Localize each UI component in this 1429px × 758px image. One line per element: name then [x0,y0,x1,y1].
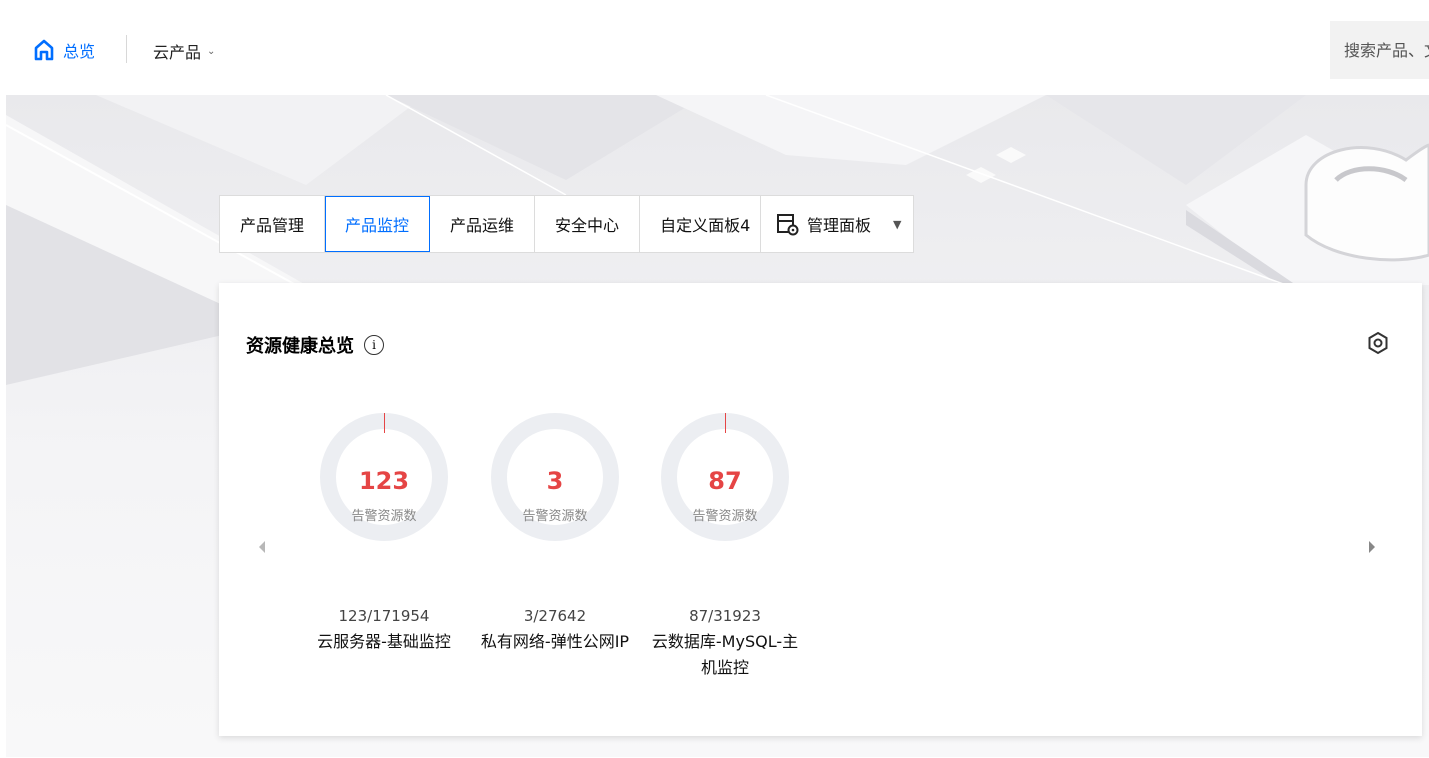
alert-count: 87 [708,467,742,495]
resource-name: 云服务器-基础监控 [317,632,451,651]
tab-security-center[interactable]: 安全中心 [535,196,641,252]
nav-divider [126,35,127,63]
resource-name: 私有网络-弹性公网IP [480,632,630,651]
carousel-prev-icon[interactable] [259,541,265,553]
alert-ring: 123 告警资源数 [320,413,448,541]
alert-count-label: 告警资源数 [522,509,588,524]
alert-ratio-tick [384,413,385,433]
tab-product-operations[interactable]: 产品运维 [430,196,536,252]
tab-custom-panel-4[interactable]: 自定义面板4 [640,196,771,252]
resource-item-eip[interactable]: 3 告警资源数 3/27642 私有网络-弹性公网IP [470,413,640,655]
alert-ratio: 123/171954 [338,607,430,625]
resource-item-cvm[interactable]: 123 告警资源数 123/171954 云服务器-基础监控 [299,413,469,655]
home-nav-link[interactable]: 总览 [33,38,95,62]
manage-panel-dropdown[interactable]: 管理面板 ▼ [760,195,914,253]
alert-count-label: 告警资源数 [692,509,758,524]
cloud-products-label: 云产品 [153,43,202,62]
card-title-text: 资源健康总览 [246,336,354,357]
alert-ratio: 87/31923 [689,607,761,625]
top-navigation-bar: 总览 云产品 ⌄ [0,0,1429,95]
resource-name: 云数据库-MySQL-主机监控 [651,632,799,677]
resource-item-mysql[interactable]: 87 告警资源数 87/31923 云数据库-MySQL-主机监控 [640,413,810,681]
dashboard-tabs: 产品管理 产品监控 产品运维 安全中心 自定义面板4 [219,195,772,253]
home-label: 总览 [63,42,96,61]
alert-count: 123 [358,467,410,495]
alert-ring: 87 告警资源数 [661,413,789,541]
tab-product-monitoring[interactable]: 产品监控 [325,196,431,252]
search-input[interactable] [1330,21,1429,79]
caret-down-icon: ▼ [893,217,902,231]
settings-icon[interactable] [1367,331,1389,355]
alert-ratio-tick [725,413,726,433]
alert-ring: 3 告警资源数 [491,413,619,541]
info-icon[interactable]: i [364,335,384,355]
cloud-products-menu[interactable]: 云产品 ⌄ [153,39,215,63]
alert-count: 3 [546,467,564,495]
manage-panel-label: 管理面板 [807,216,872,235]
alert-ratio: 3/27642 [523,607,587,625]
alert-count-label: 告警资源数 [351,509,417,524]
resource-health-card: 资源健康总览 i 123 告警资源数 123/171954 云服务器-基础监控 … [219,283,1422,736]
home-icon [34,39,54,61]
tab-product-management[interactable]: 产品管理 [220,196,326,252]
dashboard-settings-icon [777,214,799,236]
chevron-down-icon: ⌄ [207,45,216,57]
carousel-next-icon[interactable] [1369,541,1375,553]
card-title: 资源健康总览 i [246,332,384,358]
search-box[interactable] [1330,21,1429,79]
